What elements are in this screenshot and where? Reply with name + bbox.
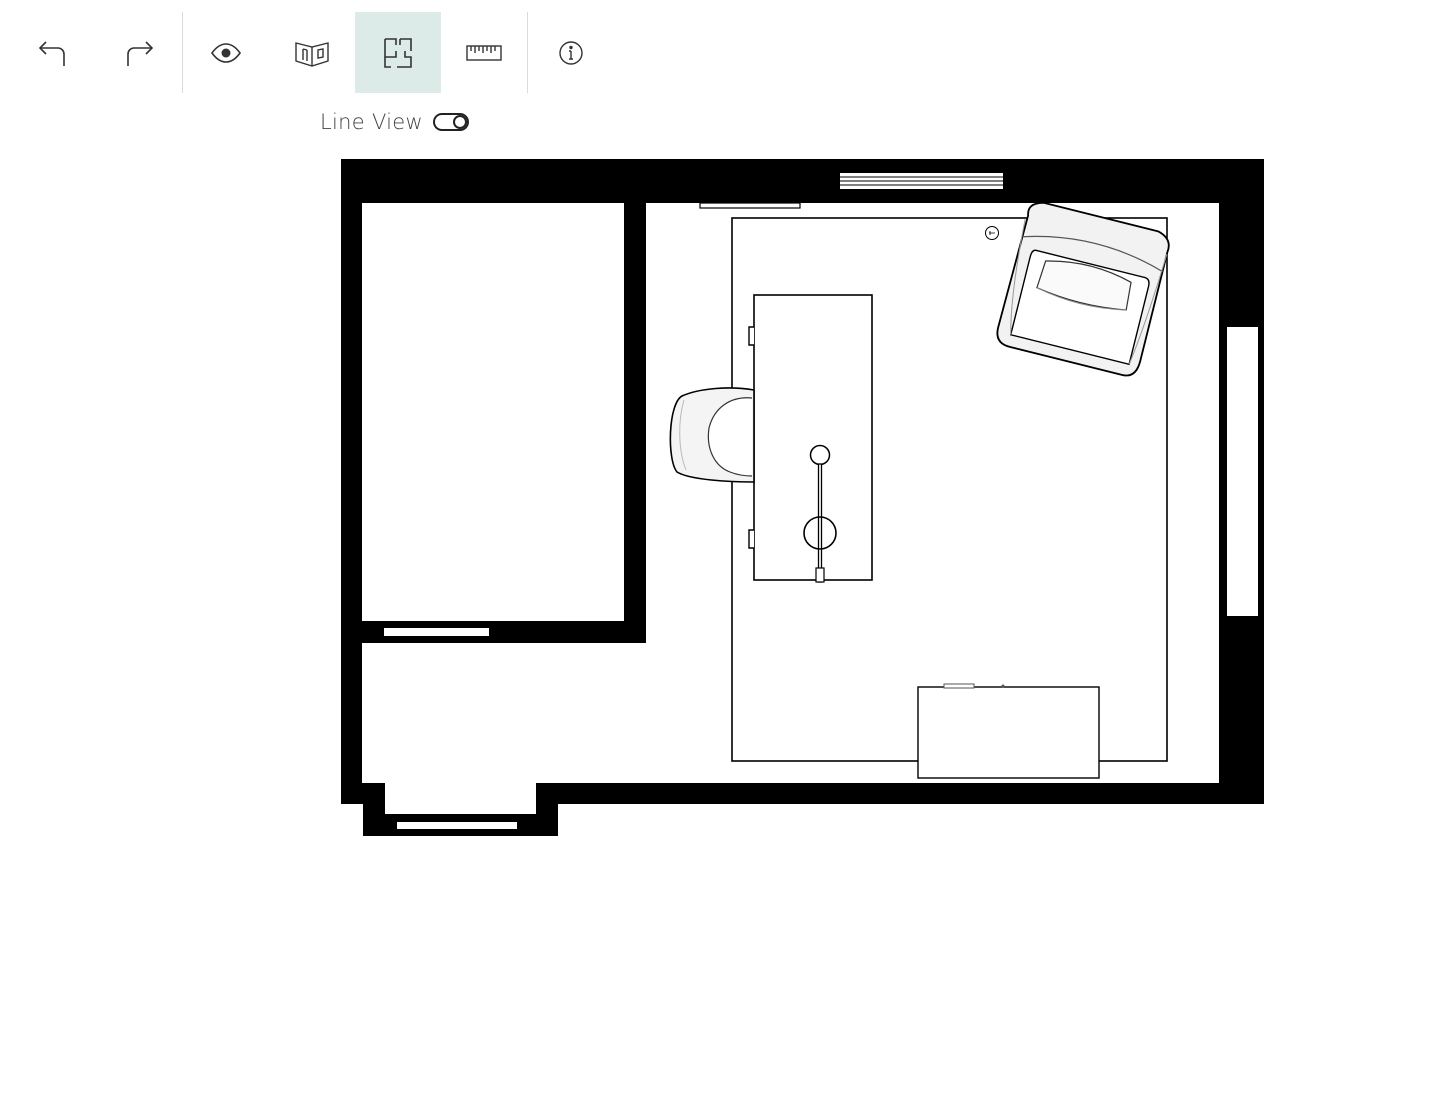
heater-vent bbox=[699, 202, 801, 209]
dresser[interactable] bbox=[917, 683, 1100, 779]
floorplan-canvas[interactable] bbox=[0, 0, 1442, 1106]
desk-chair[interactable] bbox=[669, 387, 755, 483]
bay-interior bbox=[385, 783, 536, 814]
closet-door-opening bbox=[384, 628, 489, 636]
closet-wall-right bbox=[624, 159, 646, 643]
wall-left bbox=[341, 159, 362, 804]
window-bay bbox=[397, 822, 517, 829]
window-right bbox=[1227, 327, 1258, 616]
window-top bbox=[840, 173, 1003, 189]
wall-top bbox=[341, 159, 1264, 203]
outlet[interactable] bbox=[985, 226, 999, 240]
desk[interactable] bbox=[748, 294, 873, 581]
